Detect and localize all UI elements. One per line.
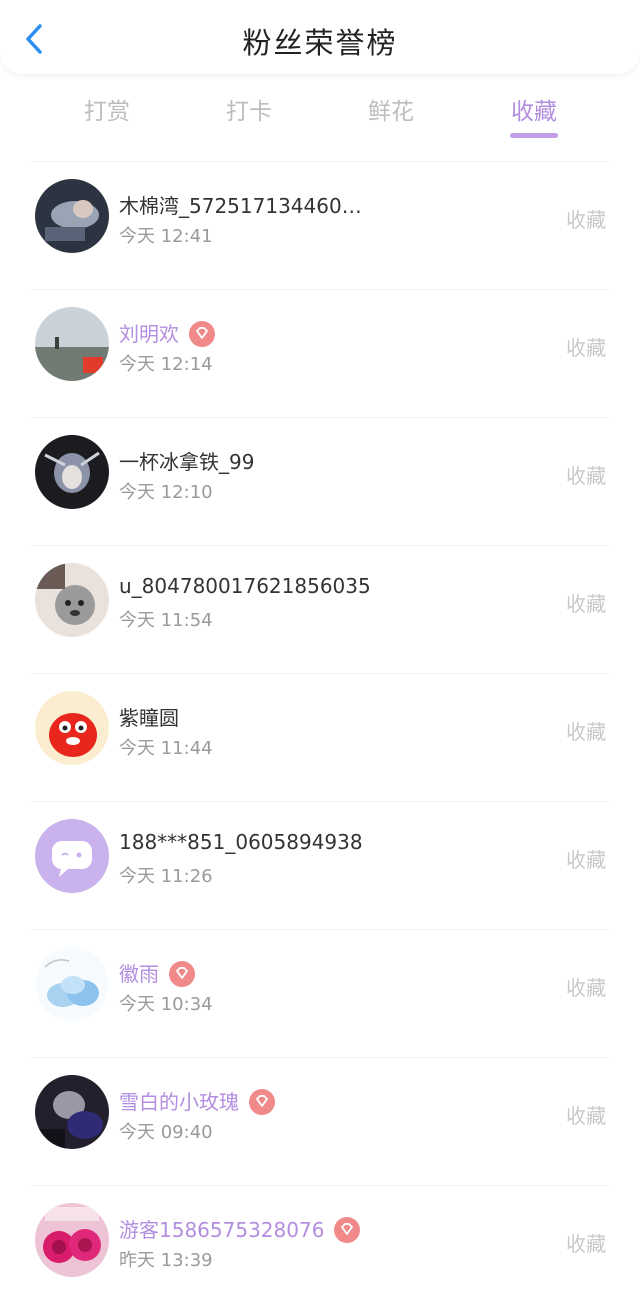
fan-name: 徽雨: [119, 958, 195, 989]
list-item[interactable]: 徽雨 今天 10:34 收藏: [30, 929, 610, 1057]
favorite-label: 收藏: [566, 848, 606, 872]
avatar[interactable]: [35, 179, 109, 253]
diamond-badge-icon: [334, 1216, 361, 1243]
avatar[interactable]: [35, 1203, 109, 1277]
fan-time: 昨天 13:39: [119, 1250, 213, 1271]
list-item[interactable]: 雪白的小玫瑰 今天 09:40 收藏: [30, 1057, 610, 1185]
fan-name: u_804780017621856035: [119, 574, 371, 598]
tab-reward[interactable]: 打赏: [47, 92, 167, 126]
fan-name: 188***851_0605894938: [119, 830, 363, 854]
fan-name: 木棉湾_572517134460…: [119, 194, 362, 218]
list-item[interactable]: 紫瞳圆 今天 11:44 收藏: [30, 673, 610, 801]
avatar[interactable]: [35, 435, 109, 509]
favorite-label: 收藏: [566, 976, 606, 1000]
diamond-badge-icon: [249, 1088, 275, 1115]
fan-name: 紫瞳圆: [119, 706, 179, 730]
fan-name: 游客1586575328076: [119, 1214, 361, 1245]
avatar[interactable]: [35, 691, 109, 765]
list-item[interactable]: 188***851_0605894938 今天 11:26 收藏: [30, 801, 610, 929]
avatar[interactable]: [35, 1075, 109, 1149]
favorite-label: 收藏: [566, 464, 606, 488]
list-item[interactable]: 一杯冰拿铁_99 今天 12:10 收藏: [30, 417, 610, 545]
tab-bar: 打赏 打卡 鲜花 收藏: [0, 74, 640, 160]
fan-time: 今天 12:10: [119, 482, 213, 503]
fan-time: 今天 12:14: [119, 354, 213, 375]
fan-time: 今天 09:40: [119, 1122, 213, 1143]
avatar[interactable]: [35, 563, 109, 637]
list-item[interactable]: u_804780017621856035 今天 11:54 收藏: [30, 545, 610, 673]
fan-name: 雪白的小玫瑰: [119, 1086, 275, 1117]
favorite-label: 收藏: [566, 336, 606, 360]
list-item[interactable]: 游客1586575328076 昨天 13:39 收藏: [30, 1185, 610, 1313]
diamond-badge-icon: [169, 960, 195, 987]
tab-flowers[interactable]: 鲜花: [331, 92, 451, 126]
avatar[interactable]: [35, 819, 109, 893]
page-title: 粉丝荣誉榜: [242, 26, 398, 60]
fan-time: 今天 12:41: [119, 226, 213, 247]
active-tab-indicator: [510, 133, 558, 138]
fan-name: 刘明欢: [119, 318, 215, 349]
fan-time: 今天 10:34: [119, 994, 213, 1015]
diamond-badge-icon: [189, 320, 215, 347]
favorite-label: 收藏: [566, 208, 606, 232]
fan-time: 今天 11:26: [119, 866, 213, 887]
favorite-label: 收藏: [566, 592, 606, 616]
top-bar: 粉丝荣誉榜: [0, 0, 640, 74]
tab-checkin[interactable]: 打卡: [189, 92, 309, 126]
tab-favorites[interactable]: 收藏: [474, 92, 594, 126]
list-item[interactable]: 木棉湾_572517134460… 今天 12:41 收藏: [30, 161, 610, 289]
favorite-label: 收藏: [566, 1232, 606, 1256]
avatar[interactable]: [35, 307, 109, 381]
fan-time: 今天 11:44: [119, 738, 213, 759]
favorite-label: 收藏: [566, 720, 606, 744]
avatar[interactable]: [35, 947, 109, 1021]
fan-time: 今天 11:54: [119, 610, 213, 631]
list-item[interactable]: 刘明欢 今天 12:14 收藏: [30, 289, 610, 417]
fan-name: 一杯冰拿铁_99: [119, 450, 255, 474]
favorite-label: 收藏: [566, 1104, 606, 1128]
